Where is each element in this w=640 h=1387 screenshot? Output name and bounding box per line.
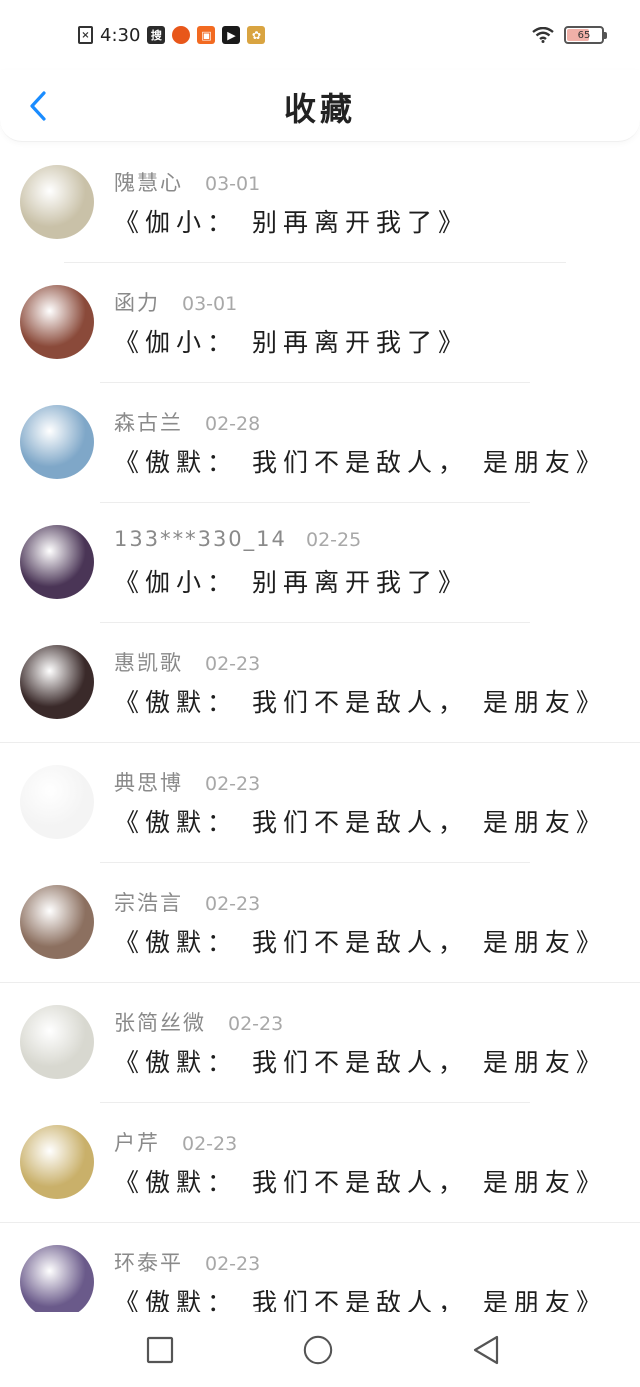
favorite-meta: 133***330_1499… 02-25 — [114, 527, 361, 551]
header: 收藏 — [0, 70, 640, 142]
back-nav-button[interactable] — [470, 1334, 502, 1366]
favorite-date: 02-23 — [205, 1253, 261, 1275]
favorite-title[interactable]: 《傲默： 我们不是敌人， 是朋友》 — [114, 1043, 607, 1079]
favorites-list: 隗慧心 03-01 《伽小： 别再离开我了》 函力 03-01 《伽小： 别再离开我了》森… — [0, 143, 640, 1343]
user-name[interactable]: 环泰平 — [114, 1247, 183, 1277]
battery-icon: 65 — [564, 26, 607, 44]
avatar[interactable] — [20, 645, 94, 719]
battery-level: 65 — [577, 29, 591, 41]
favorite-meta: 张简丝微 02-23 — [114, 1007, 283, 1037]
user-name[interactable]: 133***330_1499… — [114, 527, 284, 551]
favorite-meta: 隗慧心 03-01 — [114, 167, 260, 197]
favorite-date: 02-23 — [205, 893, 261, 915]
status-right: 65 — [532, 26, 607, 44]
favorite-date: 02-23 — [182, 1133, 238, 1155]
avatar[interactable] — [20, 405, 94, 479]
recents-button[interactable] — [144, 1334, 176, 1366]
favorite-date: 03-01 — [182, 293, 238, 315]
user-name[interactable]: 典思博 — [114, 767, 183, 797]
search-app-icon: 搜 — [147, 26, 166, 44]
favorite-item[interactable]: 惠凯歌 02-23 《傲默： 我们不是敌人， 是朋友》 — [0, 623, 640, 743]
avatar[interactable] — [20, 1005, 94, 1079]
favorite-meta: 典思博 02-23 — [114, 767, 260, 797]
triangle-back-icon — [473, 1335, 499, 1365]
system-nav-bar — [0, 1312, 640, 1387]
favorite-meta: 森古兰 02-28 — [114, 407, 260, 437]
user-name[interactable]: 隗慧心 — [114, 167, 183, 197]
user-name[interactable]: 函力 — [114, 287, 160, 317]
user-name[interactable]: 森古兰 — [114, 407, 183, 437]
favorite-meta: 函力 03-01 — [114, 287, 237, 317]
user-name[interactable]: 张简丝微 — [114, 1007, 206, 1037]
favorite-item[interactable]: 函力 03-01 《伽小： 别再离开我了》 — [0, 263, 640, 383]
user-name[interactable]: 惠凯歌 — [114, 647, 183, 677]
status-left: × 4:30 搜 ▣ ▶ ✿ — [78, 24, 266, 46]
home-button[interactable] — [302, 1334, 334, 1366]
favorite-meta: 惠凯歌 02-23 — [114, 647, 260, 677]
favorite-title[interactable]: 《傲默： 我们不是敌人， 是朋友》 — [114, 803, 607, 839]
favorite-date: 02-28 — [205, 413, 261, 435]
favorite-title[interactable]: 《傲默： 我们不是敌人， 是朋友》 — [114, 443, 607, 479]
favorite-date: 02-25 — [306, 529, 362, 551]
favorite-title[interactable]: 《傲默： 我们不是敌人， 是朋友》 — [114, 683, 607, 719]
favorite-item[interactable]: 森古兰 02-28 《傲默： 我们不是敌人， 是朋友》 — [0, 383, 640, 503]
favorite-item[interactable]: 张简丝微 02-23 《傲默： 我们不是敌人， 是朋友》 — [0, 983, 640, 1103]
favorite-title[interactable]: 《伽小： 别再离开我了》 — [114, 203, 469, 239]
favorite-meta: 宗浩言 02-23 — [114, 887, 260, 917]
avatar[interactable] — [20, 285, 94, 359]
favorite-item[interactable]: 133***330_1499… 02-25 《伽小： 别再离开我了》 — [0, 503, 640, 623]
video-app-icon: ▶ — [222, 26, 241, 44]
pumpkin-app-icon — [172, 26, 191, 44]
avatar[interactable] — [20, 1125, 94, 1199]
page-title: 收藏 — [283, 90, 356, 128]
favorite-title[interactable]: 《傲默： 我们不是敌人， 是朋友》 — [114, 923, 607, 959]
user-name[interactable]: 宗浩言 — [114, 887, 183, 917]
favorite-title[interactable]: 《伽小： 别再离开我了》 — [114, 323, 469, 359]
avatar[interactable] — [20, 885, 94, 959]
square-icon — [146, 1336, 174, 1364]
favorite-item[interactable]: 户芹 02-23 《傲默： 我们不是敌人， 是朋友》 — [0, 1103, 640, 1223]
orange-app-icon: ▣ — [197, 26, 216, 44]
favorite-date: 03-01 — [205, 173, 261, 195]
user-name[interactable]: 户芹 — [114, 1127, 160, 1157]
favorite-date: 02-23 — [228, 1013, 284, 1035]
favorite-date: 02-23 — [205, 653, 261, 675]
doc-icon: × — [78, 26, 93, 44]
favorite-date: 02-23 — [205, 773, 261, 795]
avatar[interactable] — [20, 165, 94, 239]
avatar[interactable] — [20, 1245, 94, 1319]
favorite-item[interactable]: 隗慧心 03-01 《伽小： 别再离开我了》 — [0, 143, 640, 263]
favorite-item[interactable]: 宗浩言 02-23 《傲默： 我们不是敌人， 是朋友》 — [0, 863, 640, 983]
wifi-icon — [532, 27, 554, 43]
favorite-title[interactable]: 《傲默： 我们不是敌人， 是朋友》 — [114, 1163, 607, 1199]
avatar[interactable] — [20, 525, 94, 599]
favorite-meta: 户芹 02-23 — [114, 1127, 237, 1157]
circle-icon — [303, 1335, 333, 1365]
game-app-icon: ✿ — [247, 26, 266, 44]
status-bar: × 4:30 搜 ▣ ▶ ✿ 65 — [0, 0, 640, 70]
favorite-item[interactable]: 典思博 02-23 《傲默： 我们不是敌人， 是朋友》 — [0, 743, 640, 863]
avatar[interactable] — [20, 765, 94, 839]
favorite-title[interactable]: 《伽小： 别再离开我了》 — [114, 563, 469, 599]
status-time: 4:30 — [100, 24, 141, 46]
favorite-meta: 环泰平 02-23 — [114, 1247, 260, 1277]
